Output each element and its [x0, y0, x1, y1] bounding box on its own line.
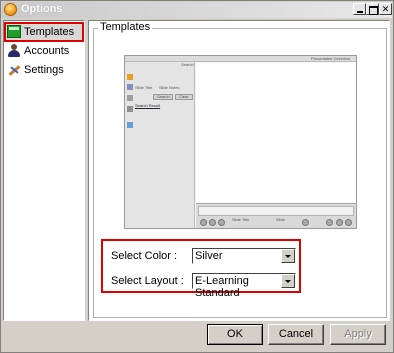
template-options-highlight: Select Color : Silver Select Layout : E-… [101, 239, 301, 299]
select-color-dropdown[interactable]: Silver [192, 248, 296, 264]
main-panel: Templates Presentable Overview Search Sl… [88, 20, 390, 321]
preview-play-icon [209, 219, 216, 226]
templates-icon [7, 25, 21, 38]
preview-next-icon [218, 219, 225, 226]
preview-slide-icon [127, 84, 133, 90]
maximize-button[interactable] [366, 3, 379, 15]
options-window: Options ✕ Templates Accounts Settings Te… [0, 0, 394, 353]
preview-option-right: Slide Notes [159, 85, 180, 90]
preview-sidebar: Search Slide Title Slide Notes Search Cl… [125, 62, 195, 228]
select-layout-dropdown[interactable]: E-Learning Standard [192, 273, 296, 299]
sidebar-item-label: Settings [24, 64, 64, 76]
ok-button[interactable]: OK [207, 324, 263, 345]
title-bar[interactable]: Options ✕ [2, 2, 392, 18]
group-title: Templates [98, 21, 153, 33]
accounts-icon [7, 44, 21, 57]
chevron-down-icon[interactable] [281, 249, 295, 263]
preview-prev-icon [200, 219, 207, 226]
preview-folder-icon [127, 74, 133, 80]
sidebar-item-templates[interactable]: Templates [4, 22, 84, 42]
preview-fullscreen-icon [336, 219, 343, 226]
preview-header-text: Presentable Overview [311, 56, 351, 61]
preview-note-icon [127, 95, 133, 101]
window-title: Options [21, 3, 63, 15]
minimize-button[interactable] [353, 3, 366, 15]
cancel-button[interactable]: Cancel [268, 324, 324, 345]
app-icon [4, 3, 17, 16]
preview-exit-icon [345, 219, 352, 226]
preview-controls: Slide Title Slide [196, 203, 356, 228]
preview-volume-icon [302, 219, 309, 226]
sidebar-item-label: Accounts [24, 45, 70, 57]
sidebar-item-settings[interactable]: Settings [4, 60, 84, 80]
preview-notes-area [198, 206, 354, 216]
select-layout-value: E-Learning Standard [195, 275, 249, 299]
templates-group: Templates Presentable Overview Search Sl… [93, 21, 387, 318]
apply-button[interactable]: Apply [330, 324, 386, 345]
preview-content [196, 63, 356, 203]
settings-icon [7, 63, 21, 76]
select-color-label: Select Color : [111, 250, 178, 262]
preview-clear-button: Clear [179, 94, 189, 99]
preview-search-label: Search [181, 62, 194, 67]
preview-ctrl-left: Slide Title [232, 217, 250, 222]
preview-grid-icon [127, 122, 133, 128]
preview-option-left: Slide Title [135, 85, 153, 90]
sidebar-item-label: Templates [24, 26, 75, 38]
sidebar: Templates Accounts Settings [3, 20, 85, 321]
template-preview: Presentable Overview Search Slide Title … [124, 55, 357, 229]
close-button[interactable]: ✕ [379, 3, 392, 15]
select-color-value: Silver [195, 250, 223, 262]
preview-zoom-icon [326, 219, 333, 226]
chevron-down-icon[interactable] [281, 274, 295, 288]
preview-info-icon [127, 106, 133, 112]
select-layout-label: Select Layout : [111, 275, 184, 287]
sidebar-item-accounts[interactable]: Accounts [4, 41, 84, 61]
preview-link: Search Result [135, 103, 161, 108]
preview-ctrl-mid: Slide [276, 217, 285, 222]
preview-search-button: Search [157, 94, 170, 99]
